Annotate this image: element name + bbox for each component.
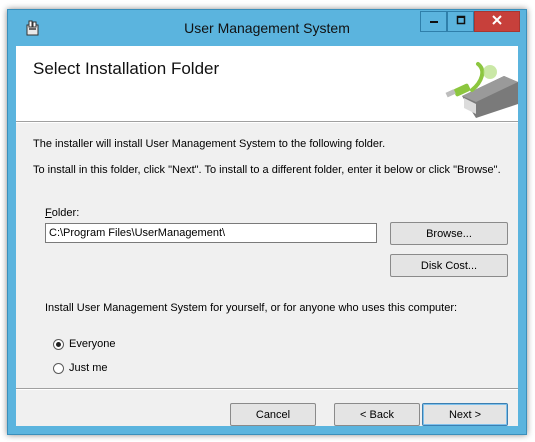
folder-label-accelerator: F bbox=[45, 207, 52, 219]
banner-divider bbox=[16, 122, 518, 123]
radio-just-me-label: Just me bbox=[69, 362, 108, 374]
folder-label-text: older: bbox=[51, 207, 80, 219]
dialog-client-area: Select Installation Folder The installer… bbox=[16, 46, 518, 426]
radio-everyone-label: Everyone bbox=[69, 338, 116, 350]
minimize-button[interactable] bbox=[420, 11, 447, 32]
install-for-label: Install User Management System for yours… bbox=[45, 302, 458, 314]
title-bar[interactable]: User Management System bbox=[8, 10, 526, 46]
radio-button-unchecked[interactable] bbox=[53, 362, 64, 374]
back-button[interactable]: < Back bbox=[334, 403, 420, 426]
page-title: Select Installation Folder bbox=[33, 59, 220, 78]
footer-divider-highlight bbox=[16, 389, 518, 390]
installer-window: User Management System Select Installati… bbox=[7, 9, 527, 435]
installer-banner-graphic bbox=[442, 56, 518, 118]
intro-text: The installer will install User Manageme… bbox=[33, 138, 386, 150]
close-button[interactable] bbox=[474, 11, 520, 32]
radio-just-me[interactable]: Just me bbox=[53, 362, 108, 374]
maximize-icon bbox=[456, 15, 466, 28]
folder-path-input[interactable]: C:\Program Files\UserManagement\ bbox=[45, 223, 377, 243]
minimize-icon bbox=[429, 15, 439, 28]
maximize-button[interactable] bbox=[447, 11, 474, 32]
cancel-button[interactable]: Cancel bbox=[230, 403, 316, 426]
header-banner: Select Installation Folder bbox=[16, 46, 518, 122]
close-icon bbox=[491, 14, 503, 29]
radio-everyone[interactable]: Everyone bbox=[53, 338, 115, 350]
disk-cost-button[interactable]: Disk Cost... bbox=[390, 254, 508, 277]
next-button[interactable]: Next > bbox=[422, 403, 508, 426]
browse-button[interactable]: Browse... bbox=[390, 222, 508, 245]
radio-button-checked[interactable] bbox=[53, 338, 64, 350]
folder-label: Folder: bbox=[45, 207, 79, 219]
instruction-text: To install in this folder, click "Next".… bbox=[33, 164, 501, 176]
